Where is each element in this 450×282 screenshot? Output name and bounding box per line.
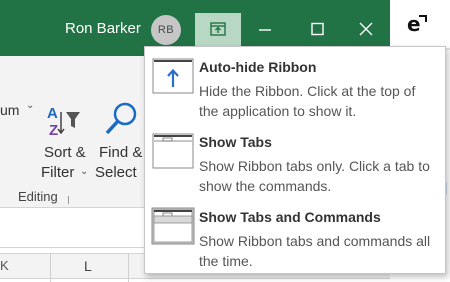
menu-item-title: Auto-hide Ribbon <box>199 59 317 75</box>
group-separator <box>68 196 69 204</box>
magnifier-icon[interactable] <box>102 100 142 138</box>
maximize-button[interactable] <box>294 14 340 44</box>
svg-text:A: A <box>47 105 58 122</box>
menu-item-description: Show Ribbon tabs and commands all the ti… <box>199 233 431 269</box>
ribbon-display-options-button[interactable] <box>195 13 241 47</box>
menu-item-description: Show Ribbon tabs only. Click a tab to sh… <box>199 158 430 194</box>
svg-text:e: e <box>407 12 421 36</box>
menu-item-title: Show Tabs <box>199 134 272 150</box>
auto-hide-ribbon-icon <box>152 58 194 94</box>
maximize-icon <box>311 22 324 36</box>
minimize-icon <box>259 29 271 31</box>
ribbon-display-options-icon <box>210 22 226 36</box>
column-header-k[interactable]: K <box>0 258 9 273</box>
show-tabs-icon <box>152 133 194 169</box>
menu-item-show-tabs[interactable]: Show Tabs Show Ribbon tabs only. Click a… <box>145 124 445 198</box>
show-tabs-and-commands-icon <box>151 207 195 245</box>
minimize-button[interactable] <box>242 14 288 44</box>
menu-item-show-tabs-and-commands[interactable]: Show Tabs and Commands Show Ribbon tabs … <box>145 199 445 273</box>
column-divider[interactable] <box>50 254 51 282</box>
column-divider[interactable] <box>128 254 129 282</box>
find-select-label-line2[interactable]: Select <box>95 164 137 181</box>
sort-filter-label-line1[interactable]: Sort & <box>44 144 86 161</box>
edge-browser-icon[interactable]: e <box>405 12 429 36</box>
column-header-l[interactable]: L <box>84 258 92 274</box>
ribbon-display-options-menu: Auto-hide Ribbon Hide the Ribbon. Click … <box>144 46 446 274</box>
autosum-partial-label[interactable]: um <box>0 102 19 118</box>
find-select-label-line1[interactable]: Find & <box>99 144 142 161</box>
svg-text:Z: Z <box>49 122 58 138</box>
chevron-down-icon[interactable]: ⌄ <box>26 100 34 111</box>
menu-item-title: Show Tabs and Commands <box>199 209 381 225</box>
menu-item-auto-hide-ribbon[interactable]: Auto-hide Ribbon Hide the Ribbon. Click … <box>145 49 445 123</box>
sort-filter-icon[interactable]: A Z <box>45 104 87 138</box>
menu-item-description: Hide the Ribbon. Click at the top of the… <box>199 83 416 119</box>
close-button[interactable] <box>343 14 389 44</box>
sort-filter-label-line2[interactable]: Filter <box>41 164 74 181</box>
avatar[interactable]: RB <box>151 15 181 45</box>
editing-group-label: Editing <box>18 189 58 204</box>
chevron-down-icon[interactable]: ⌄ <box>80 166 88 177</box>
user-name[interactable]: Ron Barker <box>65 20 141 37</box>
close-icon <box>359 22 373 36</box>
